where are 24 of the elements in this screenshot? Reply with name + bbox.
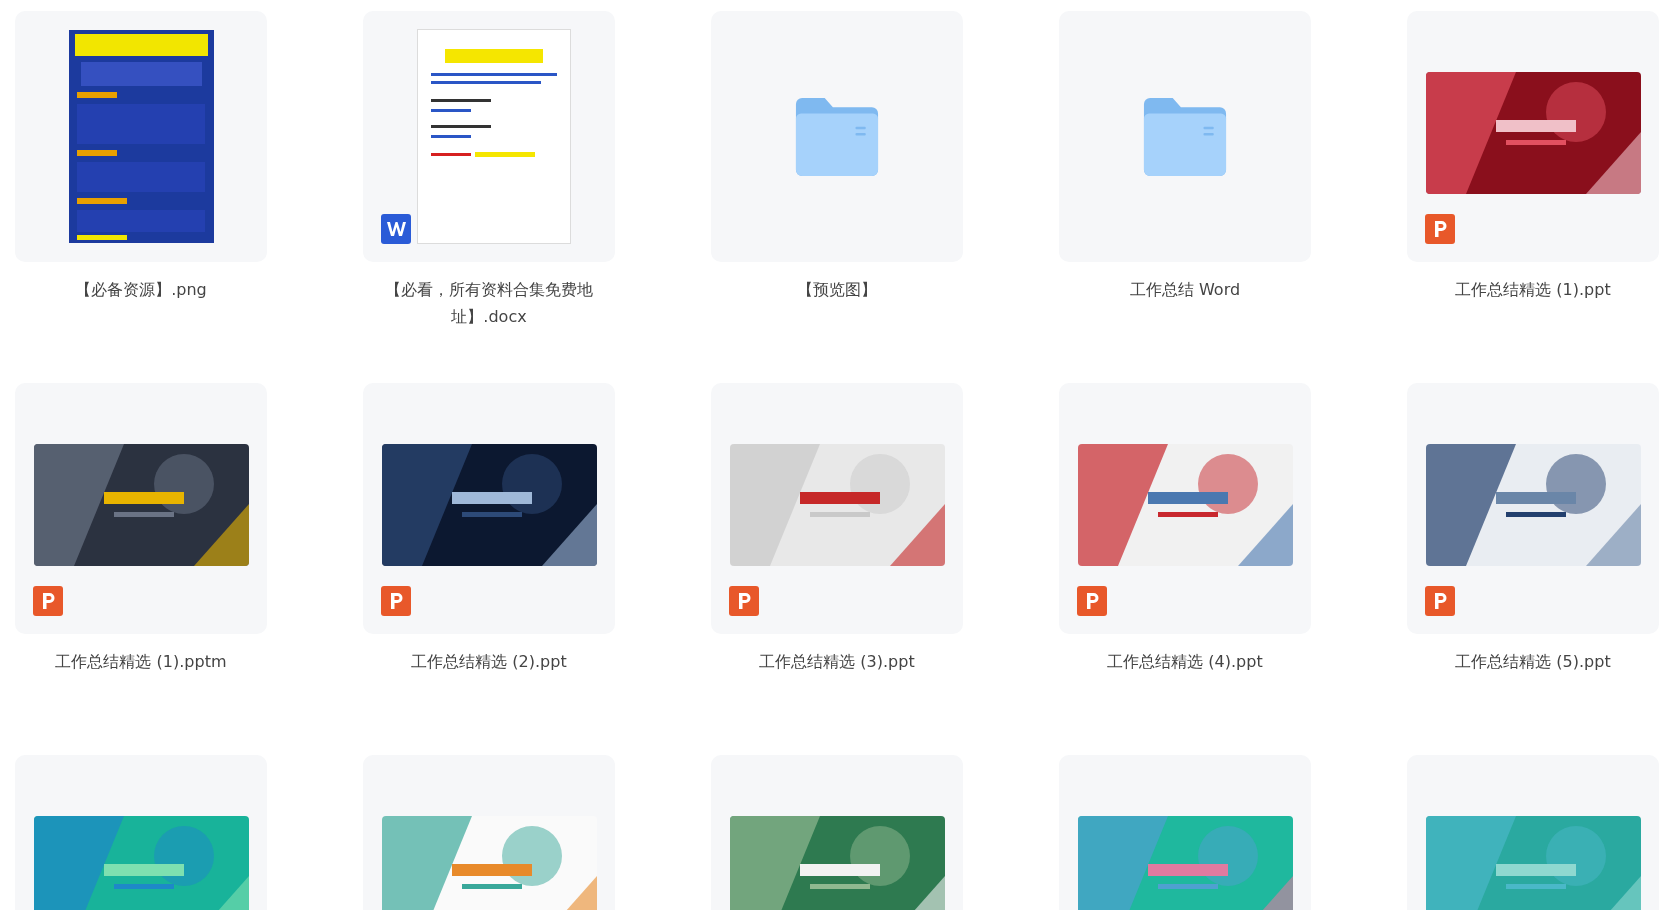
file-name[interactable]: 工作总结精选 (1).ppt (1407, 276, 1659, 303)
file-name[interactable]: 【预览图】 (711, 276, 963, 303)
presentation-icon (381, 586, 411, 616)
file-card[interactable] (363, 11, 615, 262)
file-name[interactable]: 工作总结精选 (4).ppt (1059, 648, 1311, 675)
file-name[interactable]: 工作总结精选 (5).ppt (1407, 648, 1659, 675)
presentation-icon (1425, 214, 1455, 244)
file-name[interactable]: 【必备资源】.png (15, 276, 267, 303)
file-card[interactable] (363, 383, 615, 634)
folder-icon (1143, 97, 1227, 176)
file-name[interactable]: 工作总结精选 (3).ppt (711, 648, 963, 675)
file-card[interactable] (1407, 11, 1659, 262)
presentation-icon (1077, 586, 1107, 616)
folder-icon (795, 97, 879, 176)
presentation-icon (1425, 586, 1455, 616)
file-card[interactable] (15, 11, 267, 262)
file-card[interactable] (15, 383, 267, 634)
presentation-icon (33, 586, 63, 616)
file-name[interactable]: 【必看，所有资料合集免费地址】.docx (363, 276, 615, 330)
file-name[interactable]: 工作总结 Word (1059, 276, 1311, 303)
file-name[interactable]: 工作总结精选 (2).ppt (363, 648, 615, 675)
document-icon (381, 214, 411, 244)
file-name[interactable]: 工作总结精选 (1).pptm (15, 648, 267, 675)
presentation-icon (729, 586, 759, 616)
